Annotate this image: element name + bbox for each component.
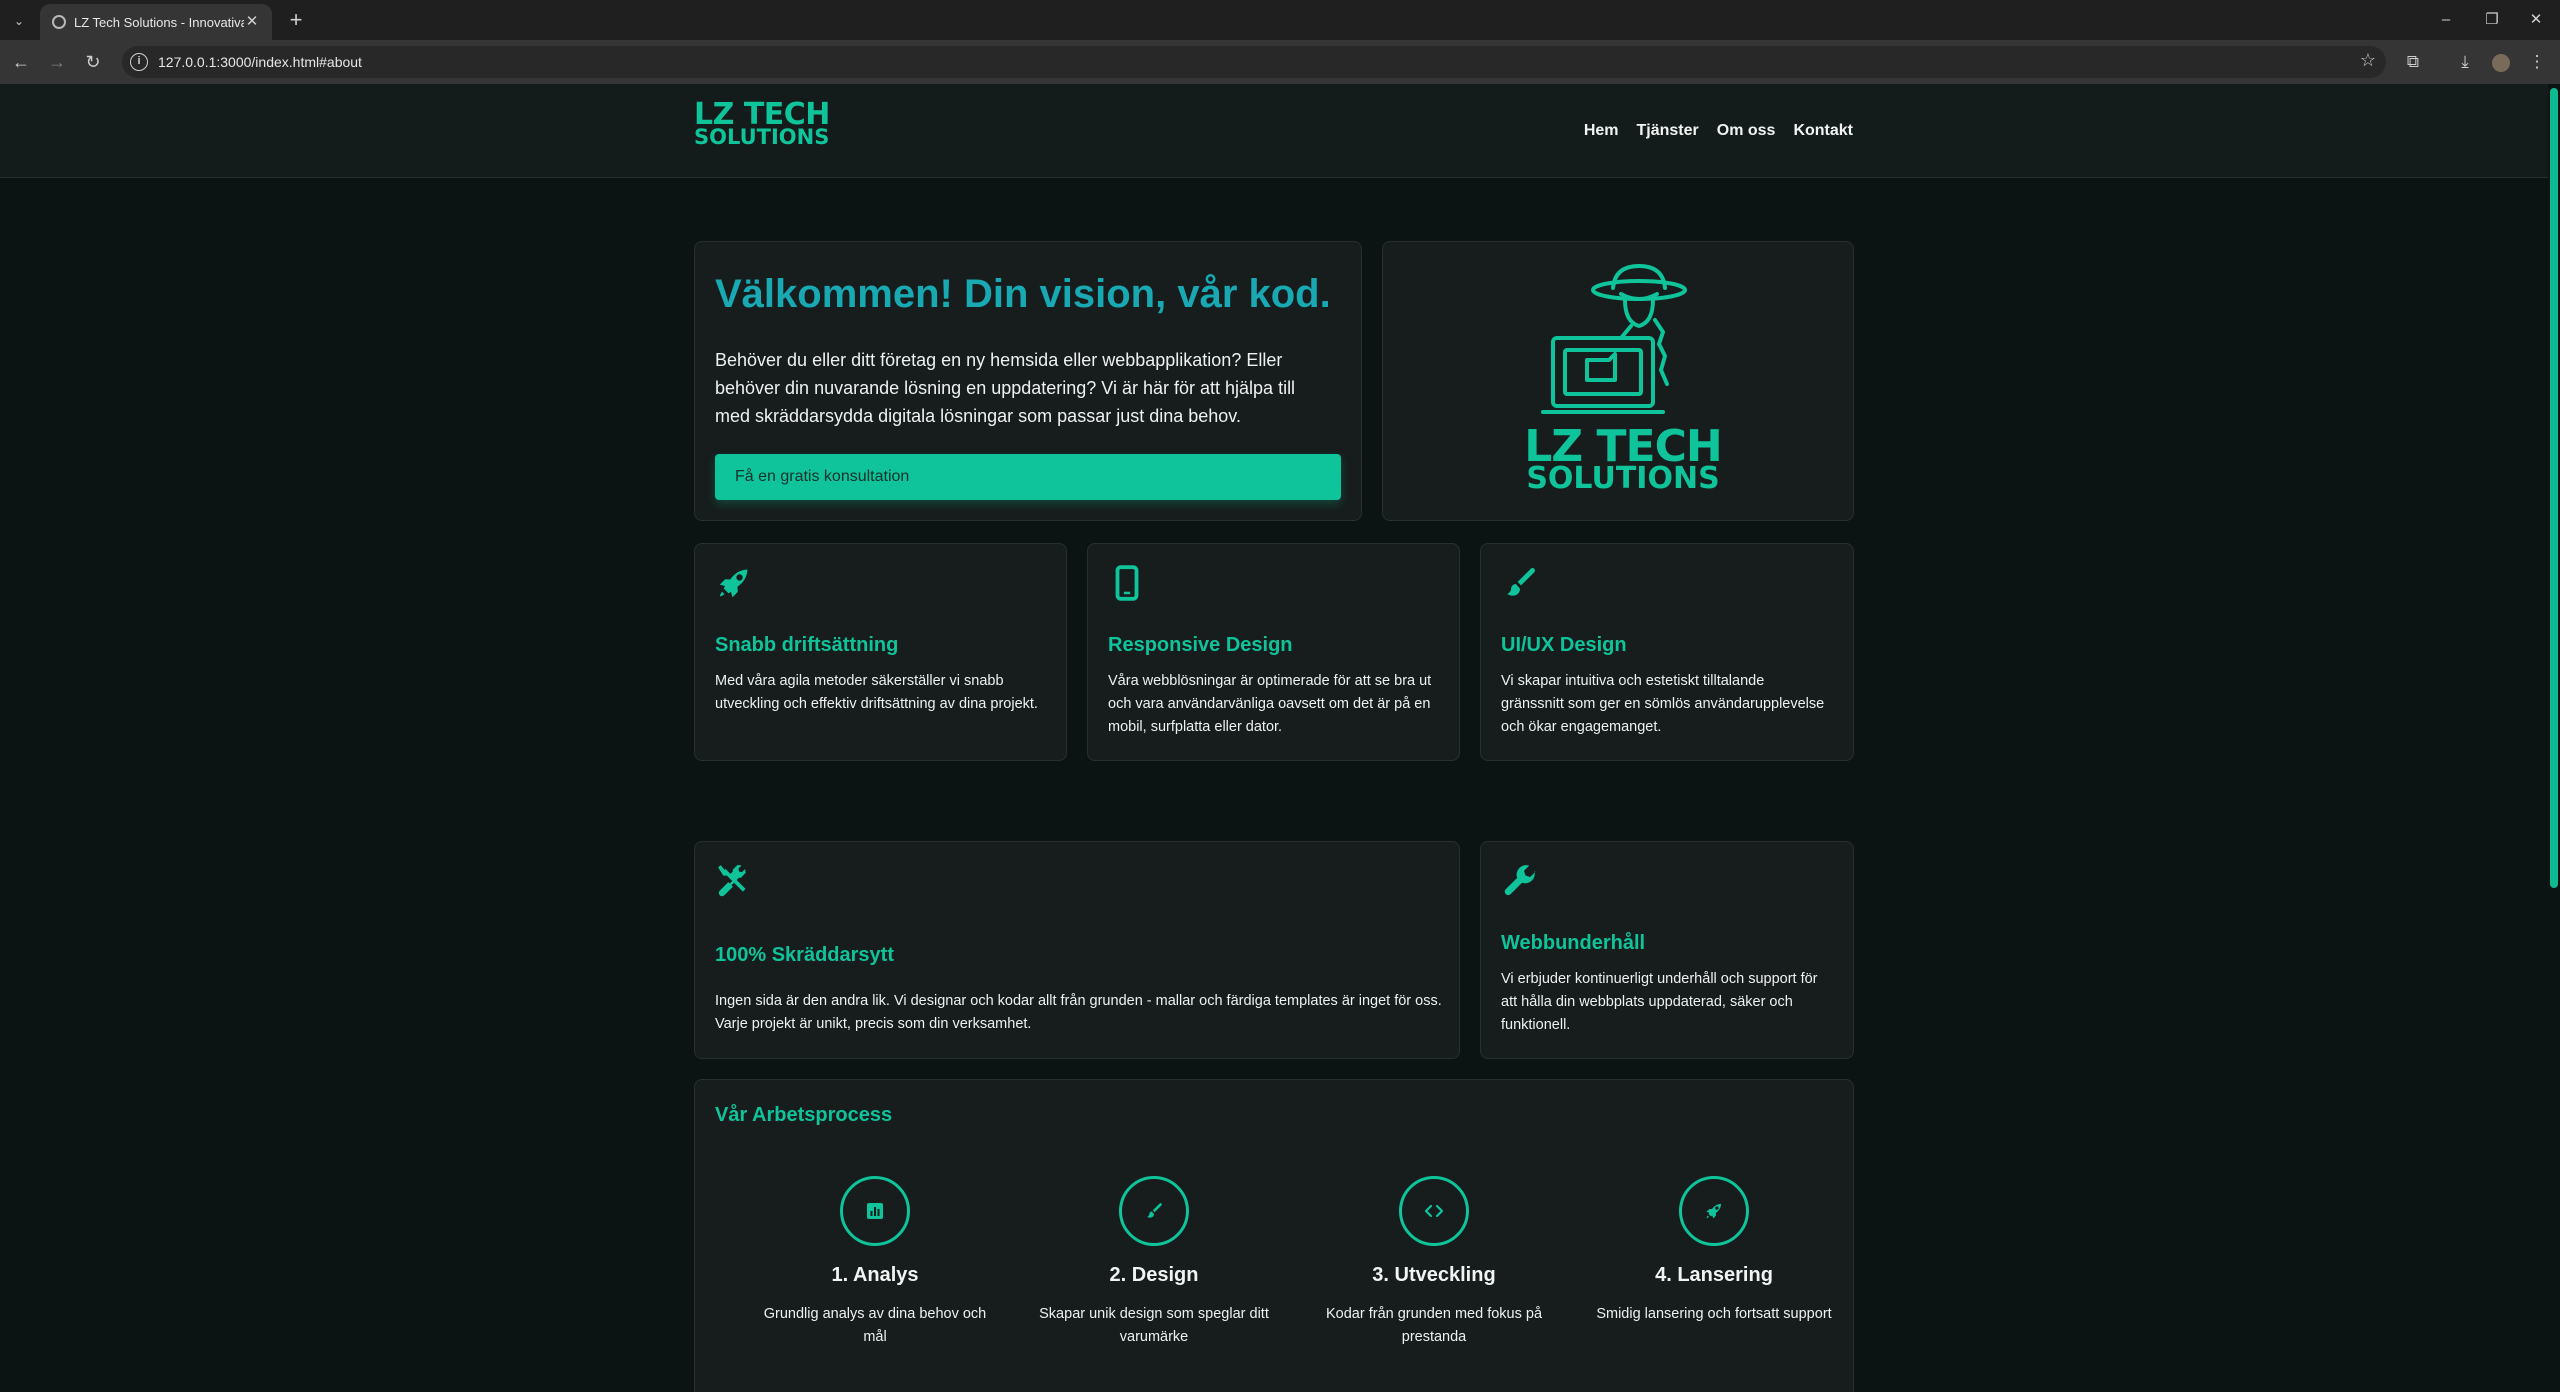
step-text: Smidig lansering och fortsatt support [1596, 1306, 1832, 1322]
globe-icon [52, 15, 66, 29]
restore-icon[interactable]: ❐ [2478, 8, 2506, 32]
process-step: 3. Utveckling Kodar från grunden med fok… [1314, 1176, 1554, 1349]
reload-icon[interactable]: ↻ [80, 49, 106, 75]
feature-card-uiux: UI/UX Design Vi skapar intuitiva och est… [1480, 543, 1854, 761]
main-nav: Hem Tjänster Om oss Kontakt [1584, 122, 1853, 140]
feature-text: Vi skapar intuitiva och estetiskt tillta… [1501, 673, 1825, 735]
feature-title: Responsive Design [1108, 634, 1293, 656]
window-close-icon[interactable]: ✕ [2522, 8, 2550, 32]
feature-title: UI/UX Design [1501, 634, 1627, 656]
feature-title: 100% Skräddarsytt [715, 944, 894, 966]
feature-card-responsive: Responsive Design Våra webblösningar är … [1087, 543, 1460, 761]
tab-search-chevron-icon[interactable]: ⌄ [8, 10, 30, 32]
step-circle [1679, 1176, 1749, 1246]
chart-icon [867, 1203, 883, 1219]
bookmark-star-icon[interactable]: ☆ [2360, 50, 2376, 71]
step-title: 2. Design [1109, 1264, 1199, 1286]
mobile-icon [1115, 565, 1139, 601]
step-title: 3. Utveckling [1372, 1264, 1496, 1286]
hero-text: Behöver du eller ditt företag en ny hems… [715, 350, 1296, 426]
process-card: Vår Arbetsprocess 1. Analys Grundlig ana… [694, 1079, 1854, 1392]
step-title: 1. Analys [831, 1264, 919, 1286]
step-title: 4. Lansering [1655, 1264, 1773, 1286]
profile-avatar-icon[interactable] [2488, 49, 2514, 75]
rocket-icon [719, 569, 748, 598]
forward-arrow-icon[interactable]: → [44, 49, 70, 75]
site-info-icon[interactable]: i [130, 53, 148, 71]
rocket-icon [1706, 1203, 1722, 1219]
tab-close-icon[interactable]: ✕ [242, 12, 262, 32]
feature-title: Webbunderhåll [1501, 932, 1646, 954]
nav-link-om-oss[interactable]: Om oss [1717, 122, 1776, 140]
new-tab-plus-icon[interactable]: + [282, 7, 310, 35]
tab-title: LZ Tech Solutions - Innovativa W [74, 15, 244, 30]
process-title: Vår Arbetsprocess [715, 1104, 893, 1126]
browser-menu-icon[interactable]: ⋮ [2524, 49, 2550, 75]
code-icon [1424, 1204, 1444, 1218]
browser-toolbar: ← → ↻ i 127.0.0.1:3000/index.html#about … [0, 40, 2560, 84]
logo-card-text: LZ TECH SOLUTIONS [1524, 421, 1722, 496]
feature-card-deploy: Snabb driftsättning Med våra agila metod… [694, 543, 1067, 761]
extensions-puzzle-icon[interactable]: ⧉ [2400, 49, 2426, 75]
address-bar[interactable]: i 127.0.0.1:3000/index.html#about ☆ [122, 46, 2386, 78]
nav-link-hem[interactable]: Hem [1584, 122, 1619, 140]
site-header: LZ TECH SOLUTIONS Hem Tjänster Om oss Ko… [0, 84, 2548, 178]
hacker-laptop-illustration [1541, 264, 1687, 414]
nav-link-kontakt[interactable]: Kontakt [1793, 122, 1853, 140]
logo-card: LZ TECH SOLUTIONS [1382, 241, 1854, 521]
feature-card-custom: 100% Skräddarsytt Ingen sida är den andr… [694, 841, 1460, 1059]
feature-text: Våra webblösningar är optimerade för att… [1108, 673, 1432, 735]
hero-title: Välkommen! Din vision, vår kod. [715, 272, 1331, 316]
process-step: 1. Analys Grundlig analys av dina behov … [755, 1176, 995, 1349]
process-step: 2. Design Skapar unik design som speglar… [1034, 1176, 1274, 1349]
hero-card: Välkommen! Din vision, vår kod. Behöver … [694, 241, 1362, 521]
step-text: Kodar från grunden med fokus på prestand… [1325, 1306, 1543, 1345]
feature-title: Snabb driftsättning [715, 634, 899, 656]
page-viewport: LZ TECH SOLUTIONS Hem Tjänster Om oss Ko… [0, 84, 2560, 1392]
brush-icon [1147, 1203, 1162, 1218]
feature-text: Vi erbjuder kontinuerligt underhåll och … [1501, 971, 1818, 1033]
back-arrow-icon[interactable]: ← [8, 49, 34, 75]
process-step: 4. Lansering Smidig lansering och fortsa… [1594, 1176, 1834, 1326]
step-circle [1119, 1176, 1189, 1246]
feature-card-maintenance: Webbunderhåll Vi erbjuder kontinuerligt … [1480, 841, 1854, 1059]
step-circle [840, 1176, 910, 1246]
brush-icon [1507, 568, 1535, 596]
feature-text: Med våra agila metoder säkerställer vi s… [715, 673, 1038, 712]
scrollbar-thumb[interactable] [2550, 88, 2558, 888]
wrench-icon [1504, 865, 1536, 896]
free-consultation-button[interactable]: Få en gratis konsultation [715, 454, 1341, 500]
site-logo[interactable]: LZ TECH SOLUTIONS [694, 100, 830, 149]
url-text: 127.0.0.1:3000/index.html#about [158, 54, 362, 70]
tools-icon [718, 864, 746, 897]
feature-text: Ingen sida är den andra lik. Vi designar… [715, 993, 1442, 1032]
nav-link-tjanster[interactable]: Tjänster [1637, 122, 1699, 140]
minimize-icon[interactable]: – [2432, 8, 2460, 32]
page-scrollbar[interactable] [2548, 84, 2560, 1392]
browser-tab[interactable]: LZ Tech Solutions - Innovativa W ✕ [40, 4, 272, 40]
step-text: Skapar unik design som speglar ditt varu… [1039, 1306, 1269, 1345]
download-icon[interactable]: ⤓ [2452, 49, 2478, 75]
browser-tabbar: ⌄ LZ Tech Solutions - Innovativa W ✕ + –… [0, 0, 2560, 40]
step-text: Grundlig analys av dina behov och mål [763, 1306, 987, 1345]
step-circle [1399, 1176, 1469, 1246]
